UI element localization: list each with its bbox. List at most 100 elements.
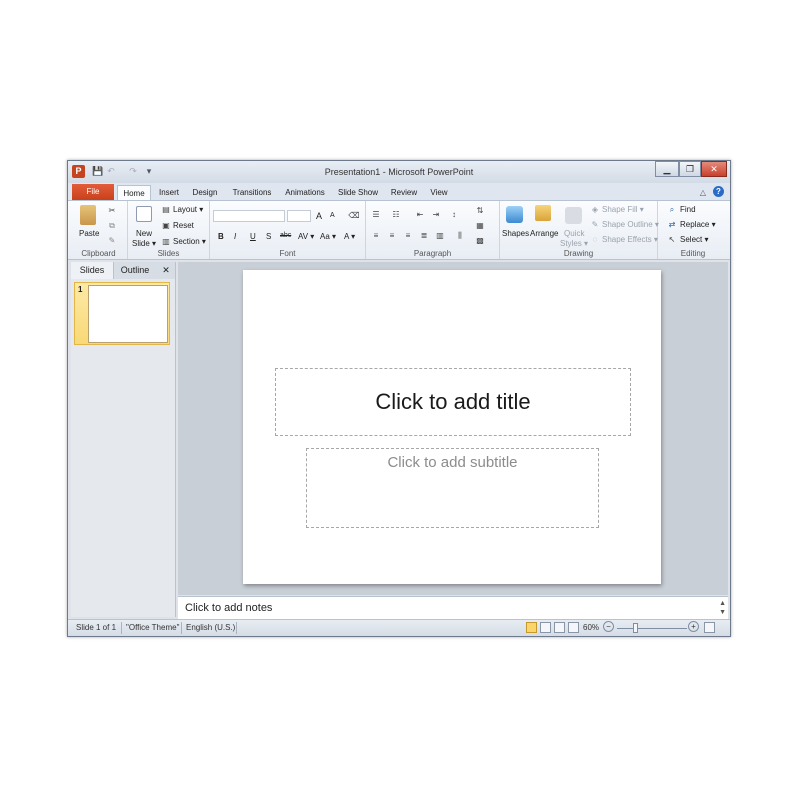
- window-title: Presentation1 - Microsoft PowerPoint: [324, 167, 474, 177]
- cut-icon[interactable]: ✂: [106, 205, 118, 216]
- clipboard-group-label: Clipboard: [81, 249, 116, 258]
- tab-view[interactable]: View: [426, 185, 452, 200]
- restore-button[interactable]: ❐: [679, 161, 701, 177]
- shapes-icon[interactable]: [506, 206, 523, 223]
- minimize-button[interactable]: ▁: [655, 161, 679, 177]
- help-icon[interactable]: ?: [713, 186, 724, 197]
- group-font: A A ⌫ B I U S abc AV ▾ Aa ▾ A ▾ Font: [210, 201, 366, 259]
- justify-icon[interactable]: ≣: [418, 230, 430, 241]
- tab-design[interactable]: Design: [189, 185, 221, 200]
- tab-outline[interactable]: Outline: [114, 262, 156, 279]
- tab-file[interactable]: File: [72, 184, 114, 200]
- arrange-button[interactable]: Arrange: [530, 229, 558, 238]
- quick-styles-label-1[interactable]: Quick: [564, 229, 584, 238]
- editing-group-label: Editing: [680, 249, 706, 258]
- slide-sorter-view-icon[interactable]: [540, 622, 551, 633]
- tab-home[interactable]: Home: [117, 185, 151, 200]
- change-case-button[interactable]: Aa ▾: [320, 232, 336, 241]
- shape-effects-icon: ◌: [592, 235, 598, 244]
- zoom-out-button[interactable]: −: [603, 621, 614, 632]
- new-slide-icon[interactable]: [136, 206, 152, 222]
- quick-styles-icon[interactable]: [565, 207, 582, 224]
- zoom-slider-track[interactable]: [617, 628, 687, 629]
- font-size-combo[interactable]: [287, 210, 311, 222]
- minimize-ribbon-icon[interactable]: △: [698, 185, 708, 200]
- text-direction-icon[interactable]: ⇅: [474, 205, 486, 216]
- tab-slide-show[interactable]: Slide Show: [335, 185, 381, 200]
- close-panel-icon[interactable]: ✕: [159, 262, 173, 279]
- decrease-indent-icon[interactable]: ⇤: [414, 209, 426, 220]
- format-painter-icon[interactable]: ✎: [106, 235, 118, 246]
- reading-view-icon[interactable]: [554, 622, 565, 633]
- font-group-label: Font: [279, 249, 296, 258]
- tab-insert[interactable]: Insert: [154, 185, 184, 200]
- paste-icon[interactable]: [80, 205, 96, 225]
- normal-view-icon[interactable]: [526, 622, 537, 633]
- reset-button[interactable]: Reset: [173, 221, 194, 230]
- powerpoint-window: P 💾 ↶ ↷ ▾ Presentation1 - Microsoft Powe…: [67, 160, 731, 637]
- tab-transitions[interactable]: Transitions: [228, 185, 276, 200]
- status-separator: [121, 622, 122, 634]
- columns-icon[interactable]: ⫼: [454, 230, 466, 241]
- zoom-slider-thumb[interactable]: [633, 623, 638, 633]
- select-button[interactable]: Select ▾: [680, 235, 708, 244]
- copy-icon[interactable]: ⧉: [106, 220, 118, 231]
- shape-outline-button[interactable]: Shape Outline ▾: [602, 220, 659, 229]
- font-family-combo[interactable]: [213, 210, 285, 222]
- clear-formatting-icon[interactable]: ⌫: [348, 210, 360, 221]
- shape-effects-button[interactable]: Shape Effects ▾: [602, 235, 658, 244]
- zoom-level[interactable]: 60%: [583, 623, 599, 632]
- strikethrough-button[interactable]: abc: [280, 232, 291, 239]
- find-icon: ⌕: [669, 205, 675, 214]
- title-placeholder[interactable]: Click to add title: [275, 368, 631, 436]
- line-spacing-icon[interactable]: ↕: [448, 209, 460, 220]
- arrange-icon[interactable]: [535, 205, 551, 221]
- align-text-icon[interactable]: ▦: [474, 220, 486, 231]
- new-slide-label-2[interactable]: Slide ▾: [132, 239, 156, 248]
- layout-button[interactable]: Layout ▾: [173, 205, 203, 214]
- close-button[interactable]: ✕: [701, 161, 727, 177]
- increase-indent-icon[interactable]: ⇥: [430, 209, 442, 220]
- align-left-icon[interactable]: ≡: [370, 230, 382, 241]
- distributed-icon[interactable]: ▥: [434, 230, 446, 241]
- tab-animations[interactable]: Animations: [282, 185, 328, 200]
- bold-button[interactable]: B: [218, 232, 224, 241]
- notes-pane[interactable]: Click to add notes ▲ ▼: [178, 596, 728, 619]
- quick-styles-label-2[interactable]: Styles ▾: [560, 239, 588, 248]
- shadow-button[interactable]: S: [266, 232, 271, 241]
- fit-to-window-icon[interactable]: [704, 622, 715, 633]
- slide-thumbnail[interactable]: [88, 285, 168, 343]
- align-right-icon[interactable]: ≡: [402, 230, 414, 241]
- replace-icon: ⇄: [668, 220, 676, 229]
- numbering-icon[interactable]: ☷: [390, 209, 402, 220]
- new-slide-label-1[interactable]: New: [136, 229, 152, 238]
- shrink-font-button[interactable]: A: [330, 212, 335, 219]
- align-center-icon[interactable]: ≡: [386, 230, 398, 241]
- font-color-button[interactable]: A ▾: [344, 232, 355, 241]
- grow-font-button[interactable]: A: [316, 211, 322, 221]
- ribbon-tab-bar: File Home Insert Design Transitions Anim…: [68, 183, 730, 200]
- replace-button[interactable]: Replace ▾: [680, 220, 716, 229]
- underline-button[interactable]: U: [250, 232, 256, 241]
- zoom-in-button[interactable]: +: [688, 621, 699, 632]
- bullets-icon[interactable]: ☰: [370, 209, 382, 220]
- group-clipboard: Paste ✂ ⧉ ✎ Clipboard: [70, 201, 128, 259]
- subtitle-placeholder[interactable]: Click to add subtitle: [306, 448, 599, 528]
- italic-button[interactable]: I: [234, 232, 236, 241]
- shapes-button[interactable]: Shapes: [502, 229, 529, 238]
- character-spacing-button[interactable]: AV ▾: [298, 232, 314, 241]
- tab-slides[interactable]: Slides: [71, 262, 114, 279]
- slide-canvas[interactable]: Click to add title Click to add subtitle: [243, 270, 661, 584]
- tab-review[interactable]: Review: [388, 185, 420, 200]
- status-separator: [181, 622, 182, 634]
- group-paragraph: ☰ ☷ ⇤ ⇥ ↕ ⇅ ▦ ▩ ≡ ≡ ≡ ≣ ▥ ⫼ Paragraph: [366, 201, 500, 259]
- slide-thumbnail-item[interactable]: 1: [74, 282, 170, 345]
- section-button[interactable]: Section ▾: [173, 237, 206, 246]
- slide-show-view-icon[interactable]: [568, 622, 579, 633]
- paste-button[interactable]: Paste: [79, 229, 99, 238]
- shape-fill-button[interactable]: Shape Fill ▾: [602, 205, 644, 214]
- notes-scrollbar[interactable]: ▲ ▼: [719, 599, 726, 617]
- language-status[interactable]: English (U.S.): [186, 623, 235, 632]
- find-button[interactable]: Find: [680, 205, 696, 214]
- smartart-icon[interactable]: ▩: [474, 235, 486, 246]
